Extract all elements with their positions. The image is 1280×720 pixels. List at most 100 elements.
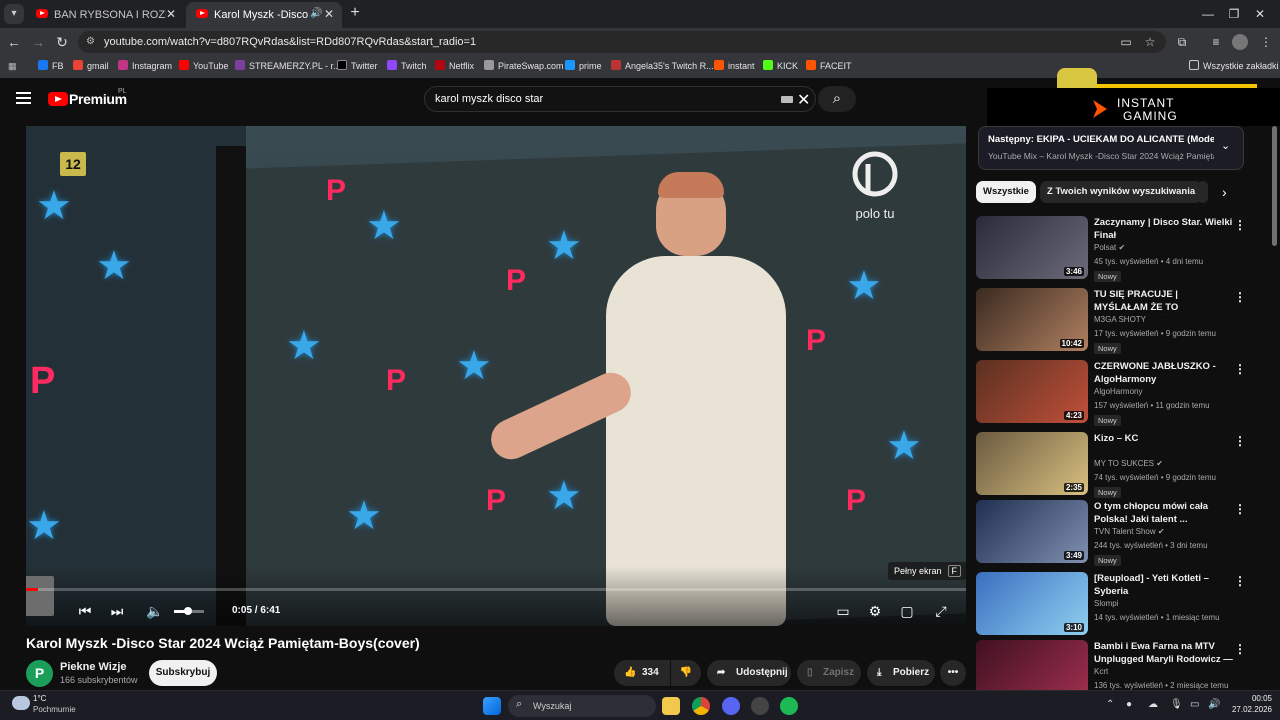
reload-icon[interactable]: ↻ — [52, 32, 72, 52]
extensions-icon[interactable]: ⧉ — [1174, 34, 1190, 50]
recommendation-card[interactable]: 4:23 CZERWONE JABŁUSZKO - AlgoHarmony Algo… — [976, 360, 1256, 426]
up-next-panel[interactable]: Następny: EKIPA - UCIEKAM DO ALICANTE (M… — [978, 126, 1244, 170]
recommendation-channel[interactable]: MY TO SUKCES ✔ — [1094, 459, 1163, 468]
guide-menu-icon[interactable] — [16, 92, 32, 104]
channel-name[interactable]: Piekne Wizje — [60, 661, 127, 673]
more-vertical-icon[interactable]: ⋮ — [1234, 502, 1246, 516]
subscribe-button[interactable]: Subskrybuj — [149, 660, 217, 686]
chrome-icon[interactable] — [692, 697, 710, 715]
instant-gaming-ad[interactable]: INSTANT GAMING — [987, 68, 1280, 126]
download-button[interactable]: ⤓ Pobierz — [867, 660, 935, 686]
tray-chevron-icon[interactable]: ⌃ — [1106, 699, 1114, 710]
chip-wszystkie[interactable]: Wszystkie — [976, 181, 1036, 203]
recommendation-title[interactable]: TU SIĘ PRACUJE | MYŚLAŁAM ŻE TO NORMALNE… — [1094, 288, 1234, 315]
close-tab-icon[interactable]: ✕ — [324, 7, 334, 21]
profile-avatar[interactable] — [1232, 34, 1248, 50]
file-explorer-icon[interactable] — [662, 697, 680, 715]
channel-avatar[interactable]: P — [26, 660, 53, 687]
recommendation-channel[interactable]: Kcrt — [1094, 667, 1108, 676]
close-window-button[interactable]: ✕ — [1240, 4, 1280, 24]
cast-icon[interactable]: ▭ — [1118, 34, 1134, 50]
recommendation-title[interactable]: Zaczynamy | Disco Star. Wielki Finał — [1094, 216, 1234, 242]
bookmark-star-icon[interactable]: ☆ — [1142, 34, 1158, 50]
apps-grid-icon[interactable]: ▦ — [8, 60, 17, 73]
menu-kebab-icon[interactable]: ⋮ — [1258, 34, 1274, 50]
all-bookmarks-folder[interactable]: Wszystkie zakładki — [1189, 60, 1279, 73]
settings-gear-icon[interactable]: ⚙ — [864, 600, 886, 622]
more-vertical-icon[interactable]: ⋮ — [1234, 574, 1246, 588]
recommendation-title[interactable]: Bambi i Ewa Farna na MTV Unplugged Maryl… — [1094, 640, 1234, 667]
tray-app-icon[interactable]: ● — [1126, 699, 1132, 710]
bookmark-netflix[interactable]: Netflix — [435, 60, 474, 73]
save-button[interactable]: ▯ Zapisz — [797, 660, 861, 686]
recommendation-title[interactable]: O tym chłopcu mówi cała Polska! Jaki tal… — [1094, 500, 1234, 526]
recommendation-title[interactable]: CZERWONE JABŁUSZKO - AlgoHarmony — [1094, 360, 1234, 386]
recommendation-card[interactable]: 2:35 Kizo – KC MY TO SUKCES ✔ 74 tys. wyświ… — [976, 432, 1256, 498]
bookmark-pirateswap[interactable]: PirateSwap.com — [484, 60, 564, 73]
more-vertical-icon[interactable]: ⋮ — [1234, 362, 1246, 376]
clear-search-icon[interactable]: ✕ — [797, 90, 810, 110]
video-thumbnail[interactable]: 3:46 — [976, 216, 1088, 279]
taskbar-search[interactable]: ⌕ Wyszukaj — [508, 695, 656, 717]
recommendation-channel[interactable]: TVN Talent Show ✔ — [1094, 527, 1165, 536]
video-player[interactable]: ★ ★ ★ ★ ★ ★ ★ ★ ★ ★ ★ P P P P P P P 12 p… — [26, 126, 966, 626]
bookmark-gmail[interactable]: gmail — [73, 60, 109, 73]
search-button[interactable]: ⌕ — [818, 86, 856, 112]
chip-z-twoich-wynikow[interactable]: Z Twoich wyników wyszukiwania — [1040, 181, 1203, 203]
chevron-down-icon[interactable]: ⌄ — [1221, 139, 1230, 152]
recommendation-title[interactable]: Kizo – KC — [1094, 432, 1234, 445]
back-arrow-icon[interactable]: ← — [4, 32, 24, 52]
more-vertical-icon[interactable]: ⋮ — [1234, 434, 1246, 448]
progress-bar[interactable] — [26, 588, 966, 591]
share-button[interactable]: ➦ Udostępnij — [707, 660, 791, 686]
steam-icon[interactable] — [751, 697, 769, 715]
recommendation-channel[interactable]: Polsat ✔ — [1094, 243, 1125, 252]
bookmark-angela35[interactable]: Angela35's Twitch R... — [611, 60, 714, 73]
video-thumbnail[interactable]: 3:49 — [976, 500, 1088, 563]
more-vertical-icon[interactable]: ⋮ — [1234, 218, 1246, 232]
next-icon[interactable]: ⏭ — [106, 600, 128, 622]
volume-slider[interactable] — [174, 607, 204, 615]
more-vertical-icon[interactable]: ⋮ — [1234, 642, 1246, 656]
video-thumbnail[interactable]: 2:35 — [976, 432, 1088, 495]
channel-thumbnail[interactable] — [26, 576, 54, 616]
bookmark-prime[interactable]: prime — [565, 60, 602, 73]
forward-arrow-icon[interactable]: → — [28, 32, 48, 52]
weather-temp[interactable]: 1°C — [33, 694, 46, 703]
subtitles-icon[interactable]: ▭ — [832, 600, 854, 622]
bookmark-fb[interactable]: FB — [38, 60, 64, 73]
bookmark-twitter[interactable]: Twitter — [337, 60, 378, 73]
clock-date[interactable]: 27.02.2026 — [1226, 705, 1272, 714]
recommendation-card[interactable]: 3:10 [Reupload] - Yeti Kotleti – Syberia S… — [976, 572, 1256, 636]
recommendation-title[interactable]: [Reupload] - Yeti Kotleti – Syberia — [1094, 572, 1234, 598]
theater-mode-icon[interactable]: ▢ — [896, 600, 918, 622]
video-thumbnail[interactable]: 3:10 — [976, 572, 1088, 635]
keyboard-icon[interactable] — [781, 96, 793, 103]
site-info-icon[interactable]: ⚙ — [86, 35, 100, 49]
discord-icon[interactable] — [722, 697, 740, 715]
close-tab-icon[interactable]: ✕ — [166, 7, 176, 21]
address-bar[interactable]: ⚙ youtube.com/watch?v=d807RQvRdas&list=R… — [78, 31, 1166, 53]
url-text[interactable]: youtube.com/watch?v=d807RQvRdas&list=RDd… — [104, 36, 476, 48]
search-input[interactable]: karol myszk disco star — [435, 93, 543, 105]
video-thumbnail[interactable]: 10:42 — [976, 288, 1088, 351]
recommendation-channel[interactable]: M3GA SHOTY — [1094, 315, 1146, 324]
more-vertical-icon[interactable]: ⋮ — [1234, 290, 1246, 304]
spotify-icon[interactable] — [780, 697, 798, 715]
recommendation-channel[interactable]: Slompi — [1094, 599, 1118, 608]
video-thumbnail[interactable]: 4:23 — [976, 360, 1088, 423]
microphone-icon[interactable]: 🎙 — [1170, 699, 1183, 710]
network-icon[interactable]: ▭ — [1190, 699, 1199, 710]
bookmark-kick[interactable]: KICK — [763, 60, 798, 73]
bookmark-faceit[interactable]: FACEIT — [806, 60, 852, 73]
tab-karol-myszk[interactable]: Karol Myszk -Disco Star 202 🔊 ✕ — [186, 2, 342, 28]
recommendation-card[interactable]: 3:49 O tym chłopcu mówi cała Polska! Jaki… — [976, 500, 1256, 566]
bookmark-instagram[interactable]: Instagram — [118, 60, 172, 73]
speaker-icon[interactable]: 🔊 — [310, 8, 322, 19]
chip-more[interactable] — [1198, 181, 1208, 203]
volume-icon[interactable]: 🔈 — [144, 600, 166, 622]
dislike-button[interactable]: 👎 — [671, 660, 701, 686]
tab-search-button[interactable]: ▾ — [4, 4, 24, 24]
fullscreen-icon[interactable]: ⤢ — [930, 600, 952, 622]
recommendation-card[interactable]: 10:42 TU SIĘ PRACUJE | MYŚLAŁAM ŻE TO NOR… — [976, 288, 1256, 354]
